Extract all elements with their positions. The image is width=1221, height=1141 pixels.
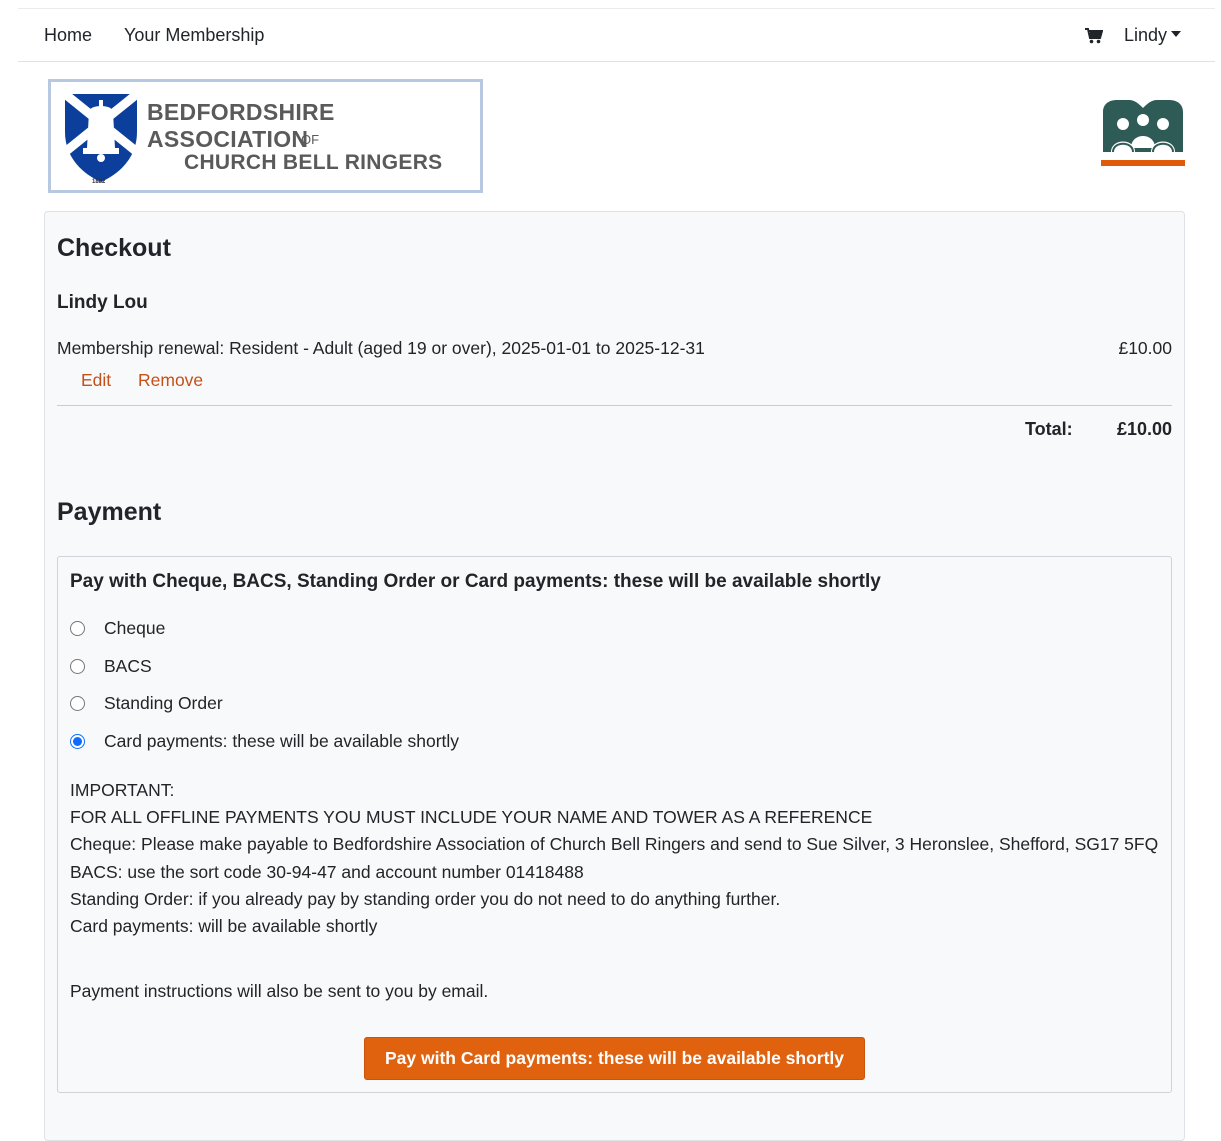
info-cheque: Cheque: Please make payable to Bedfordsh… — [70, 834, 1159, 855]
total-value: £10.00 — [1116, 419, 1172, 439]
nav-membership-link[interactable]: Your Membership — [124, 25, 264, 46]
logo-text-line2: OF — [301, 132, 320, 147]
checkout-title: Checkout — [57, 234, 171, 262]
info-bacs: BACS: use the sort code 30-94-47 and acc… — [70, 861, 584, 882]
payment-title: Payment — [57, 498, 162, 526]
payment-heading: Pay with Cheque, BACS, Standing Order or… — [70, 571, 881, 592]
nav-home-link[interactable]: Home — [44, 25, 92, 46]
total-label: Total: — [1025, 419, 1073, 439]
logo-year: 1882 — [92, 179, 106, 185]
edit-link[interactable]: Edit — [81, 370, 111, 391]
cart-icon[interactable] — [1085, 28, 1103, 44]
logo-text-line3: CHURCH BELL RINGERS — [184, 151, 443, 174]
payment-option-label: Card payments: these will be available s… — [104, 731, 460, 751]
members-group-icon — [1101, 100, 1185, 166]
payment-option-bacs[interactable]: BACS — [70, 656, 152, 677]
user-menu-dropdown[interactable]: Lindy — [1124, 25, 1182, 46]
chevron-down-icon — [1171, 31, 1182, 38]
payment-option-card[interactable]: Card payments: these will be available s… — [70, 731, 459, 752]
line-item-price: £10.00 — [1118, 338, 1172, 358]
payment-option-cheque[interactable]: Cheque — [70, 618, 165, 639]
radio-standing-order[interactable] — [70, 696, 85, 711]
payment-option-label: Cheque — [104, 618, 166, 638]
info-card: Card payments: will be available shortly — [70, 916, 378, 937]
radio-card[interactable] — [70, 734, 85, 749]
remove-link[interactable]: Remove — [138, 370, 203, 391]
info-standing-order: Standing Order: if you already pay by st… — [70, 888, 781, 909]
radio-cheque[interactable] — [70, 621, 85, 636]
line-item-description: Membership renewal: Resident - Adult (ag… — [57, 338, 705, 358]
divider — [57, 405, 1172, 406]
email-note: Payment instructions will also be sent t… — [70, 981, 489, 1001]
pay-button[interactable]: Pay with Card payments: these will be av… — [364, 1037, 865, 1080]
user-menu-label: Lindy — [1124, 25, 1168, 45]
radio-bacs[interactable] — [70, 659, 85, 674]
top-navbar: Home Your Membership Lindy — [18, 8, 1215, 62]
payment-option-label: BACS — [104, 656, 152, 676]
payment-instructions: IMPORTANT: FOR ALL OFFLINE PAYMENTS YOU … — [70, 777, 1160, 940]
member-name: Lindy Lou — [57, 292, 148, 313]
checkout-card: Checkout Lindy Lou Membership renewal: R… — [44, 211, 1185, 1141]
info-reference: FOR ALL OFFLINE PAYMENTS YOU MUST INCLUD… — [70, 807, 873, 828]
association-logo[interactable]: 1882 BEDFORDSHIRE ASSOCIATION OF CHURCH … — [48, 79, 483, 193]
bell-shield-icon — [63, 92, 139, 182]
payment-panel: Pay with Cheque, BACS, Standing Order or… — [57, 556, 1172, 1093]
payment-option-label: Standing Order — [104, 693, 223, 713]
info-important: IMPORTANT: — [70, 780, 175, 800]
payment-option-standing-order[interactable]: Standing Order — [70, 693, 223, 714]
